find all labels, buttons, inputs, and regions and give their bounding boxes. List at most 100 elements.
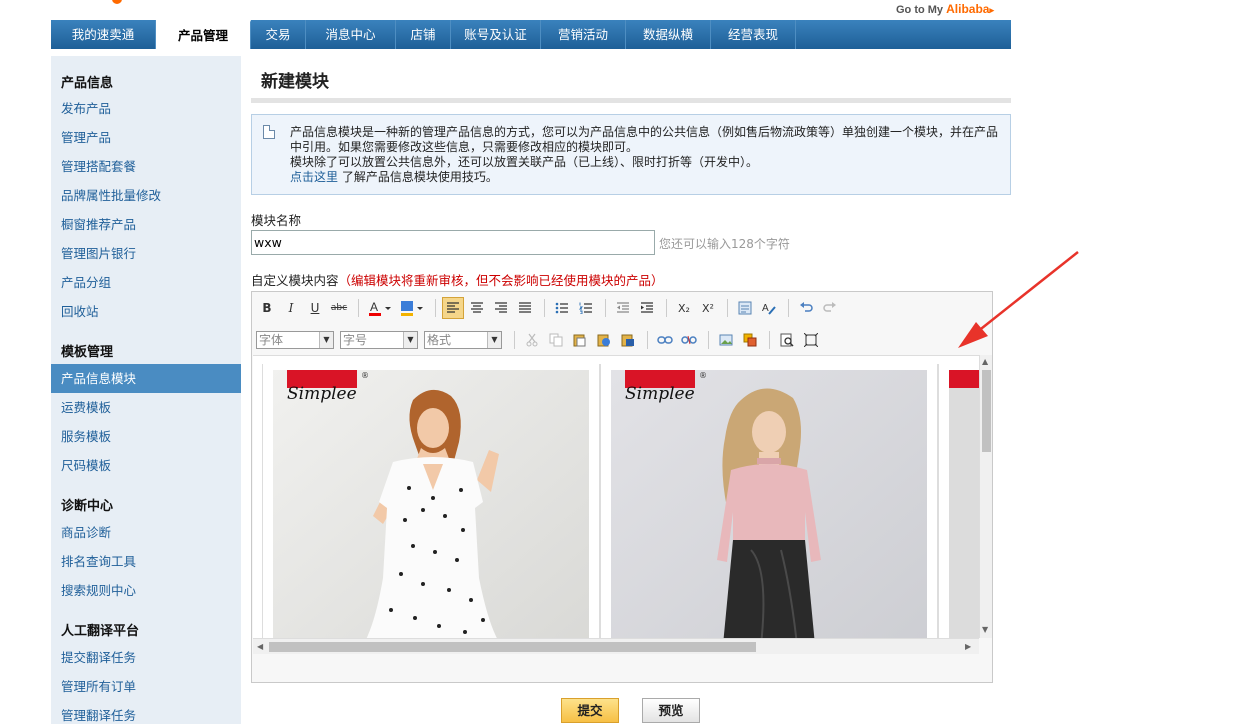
image-bank-icon[interactable] xyxy=(739,329,761,351)
brand-logo-text: Simplee xyxy=(625,384,695,404)
product-image-cell: Simplee ® xyxy=(600,364,938,638)
select-all-icon[interactable] xyxy=(734,297,756,319)
justify-button[interactable] xyxy=(514,297,536,319)
toolbar-separator xyxy=(666,299,667,317)
info-line-1: 产品信息模块是一种新的管理产品信息的方式，您可以为产品信息中的公共信息（例如售后… xyxy=(290,125,999,154)
align-right-button[interactable] xyxy=(490,297,512,319)
format-select[interactable]: 格式 ▼ xyxy=(424,331,502,349)
nav-performance[interactable]: 经营表现 xyxy=(711,20,796,49)
sidebar-item-product-groups[interactable]: 产品分组 xyxy=(51,268,241,297)
sidebar-item-recycle-bin[interactable]: 回收站 xyxy=(51,297,241,326)
sidebar-item-product-info-module[interactable]: 产品信息模块 xyxy=(51,364,241,393)
product-photo-white-dress[interactable]: Simplee ® xyxy=(273,370,589,638)
sidebar-item-manage-products[interactable]: 管理产品 xyxy=(51,123,241,152)
sidebar-item-window-products[interactable]: 橱窗推荐产品 xyxy=(51,210,241,239)
module-name-input[interactable] xyxy=(251,230,655,255)
title-divider xyxy=(251,98,1011,103)
nav-store[interactable]: 店铺 xyxy=(396,20,451,49)
goto-arrow-icon: ▸ xyxy=(989,5,994,15)
sidebar-item-shipping-template[interactable]: 运费模板 xyxy=(51,393,241,422)
sidebar-item-product-diagnosis[interactable]: 商品诊断 xyxy=(51,518,241,547)
nav-message-center[interactable]: 消息中心 xyxy=(306,20,396,49)
vertical-scroll-thumb[interactable] xyxy=(982,370,991,452)
sidebar-item-publish-product[interactable]: 发布产品 xyxy=(51,94,241,123)
sidebar-item-submit-translation[interactable]: 提交翻译任务 xyxy=(51,643,241,672)
product-photo-pink-sweater[interactable]: Simplee ® xyxy=(611,370,927,638)
sidebar-group-translation: 人工翻译平台 xyxy=(61,624,140,639)
nav-product-management[interactable]: 产品管理 xyxy=(156,20,251,49)
copy-icon[interactable] xyxy=(545,329,567,351)
outdent-button[interactable] xyxy=(612,297,634,319)
subscript-button[interactable]: X₂ xyxy=(673,297,695,319)
vertical-scrollbar[interactable]: ▲ ▼ xyxy=(979,355,992,638)
paste-word-icon[interactable] xyxy=(617,329,639,351)
remove-format-icon[interactable]: A xyxy=(758,297,780,319)
registered-mark: ® xyxy=(699,371,707,380)
toolbar-separator xyxy=(605,299,606,317)
bold-button[interactable]: B xyxy=(256,297,278,319)
rich-text-editor: B I U abc A X₂ X² A 字体 ▼ 字号 ▼ 格式 ▼ Simpl… xyxy=(251,291,993,683)
scroll-down-icon[interactable]: ▼ xyxy=(982,625,988,634)
paste-text-icon[interactable] xyxy=(593,329,615,351)
nav-marketing[interactable]: 营销活动 xyxy=(541,20,626,49)
redo-icon[interactable] xyxy=(819,297,841,319)
font-color-button[interactable]: A xyxy=(365,297,395,319)
preview-icon[interactable] xyxy=(776,329,798,351)
numbered-list-button[interactable] xyxy=(575,297,597,319)
horizontal-scroll-thumb[interactable] xyxy=(269,642,756,652)
unlink-icon[interactable] xyxy=(678,329,700,351)
fullscreen-icon[interactable] xyxy=(800,329,822,351)
indent-button[interactable] xyxy=(636,297,658,319)
submit-button[interactable]: 提交 xyxy=(561,698,619,723)
strikethrough-button[interactable]: abc xyxy=(328,297,350,319)
font-size-select[interactable]: 字号 ▼ xyxy=(340,331,418,349)
annotation-arrow xyxy=(958,251,1079,348)
content-label-text: 自定义模块内容 xyxy=(251,273,339,288)
nav-account[interactable]: 账号及认证 xyxy=(451,20,541,49)
highlight-color-button[interactable] xyxy=(397,297,427,319)
site-logo[interactable] xyxy=(112,0,122,4)
nav-trade[interactable]: 交易 xyxy=(251,20,306,49)
paste-icon[interactable] xyxy=(569,329,591,351)
font-size-value: 字号 xyxy=(343,333,368,347)
product-photo-partial[interactable] xyxy=(949,370,979,638)
sidebar-item-service-template[interactable]: 服务模板 xyxy=(51,422,241,451)
sidebar-item-translation-tasks[interactable]: 管理翻译任务 xyxy=(51,701,241,724)
nav-data[interactable]: 数据纵横 xyxy=(626,20,711,49)
image-icon[interactable] xyxy=(715,329,737,351)
undo-icon[interactable] xyxy=(795,297,817,319)
svg-text:A: A xyxy=(370,300,378,314)
nav-my-aliexpress[interactable]: 我的速卖通 xyxy=(51,20,156,49)
content-label: 自定义模块内容（编辑模块将重新审核，但不会影响已经使用模块的产品） xyxy=(251,270,664,289)
go-to-my-alibaba-link[interactable]: Go to My Alibaba▸ xyxy=(896,2,994,16)
preview-button[interactable]: 预览 xyxy=(642,698,700,723)
page-title: 新建模块 xyxy=(261,72,329,92)
info-link[interactable]: 点击这里 xyxy=(290,170,338,184)
sidebar-item-image-bank[interactable]: 管理图片银行 xyxy=(51,239,241,268)
cut-icon[interactable] xyxy=(521,329,543,351)
registered-mark: ® xyxy=(361,371,369,380)
editor-content-area[interactable]: Simplee ® Simplee ® xyxy=(253,355,979,638)
superscript-button[interactable]: X² xyxy=(697,297,719,319)
italic-button[interactable]: I xyxy=(280,297,302,319)
sidebar-item-ranking-tool[interactable]: 排名查询工具 xyxy=(51,547,241,576)
scroll-right-icon[interactable]: ▶ xyxy=(965,642,971,651)
goto-prefix: Go to My xyxy=(896,4,947,16)
align-left-button[interactable] xyxy=(442,297,464,319)
font-family-value: 字体 xyxy=(259,333,284,347)
scroll-left-icon[interactable]: ◀ xyxy=(257,642,263,651)
bulleted-list-button[interactable] xyxy=(551,297,573,319)
underline-button[interactable]: U xyxy=(304,297,326,319)
font-family-select[interactable]: 字体 ▼ xyxy=(256,331,334,349)
top-bar: Go to My Alibaba▸ xyxy=(0,0,1247,20)
sidebar-item-all-orders[interactable]: 管理所有订单 xyxy=(51,672,241,701)
sidebar-item-batch-brand-edit[interactable]: 品牌属性批量修改 xyxy=(51,181,241,210)
sidebar-item-size-template[interactable]: 尺码模板 xyxy=(51,451,241,480)
link-icon[interactable] xyxy=(654,329,676,351)
align-center-button[interactable] xyxy=(466,297,488,319)
toolbar-row-2: 字体 ▼ 字号 ▼ 格式 ▼ xyxy=(256,327,824,353)
sidebar-item-search-rules[interactable]: 搜索规则中心 xyxy=(51,576,241,605)
module-name-label: 模块名称 xyxy=(251,213,302,228)
sidebar-item-manage-bundles[interactable]: 管理搭配套餐 xyxy=(51,152,241,181)
horizontal-scrollbar[interactable]: ◀ ▶ xyxy=(253,638,979,654)
